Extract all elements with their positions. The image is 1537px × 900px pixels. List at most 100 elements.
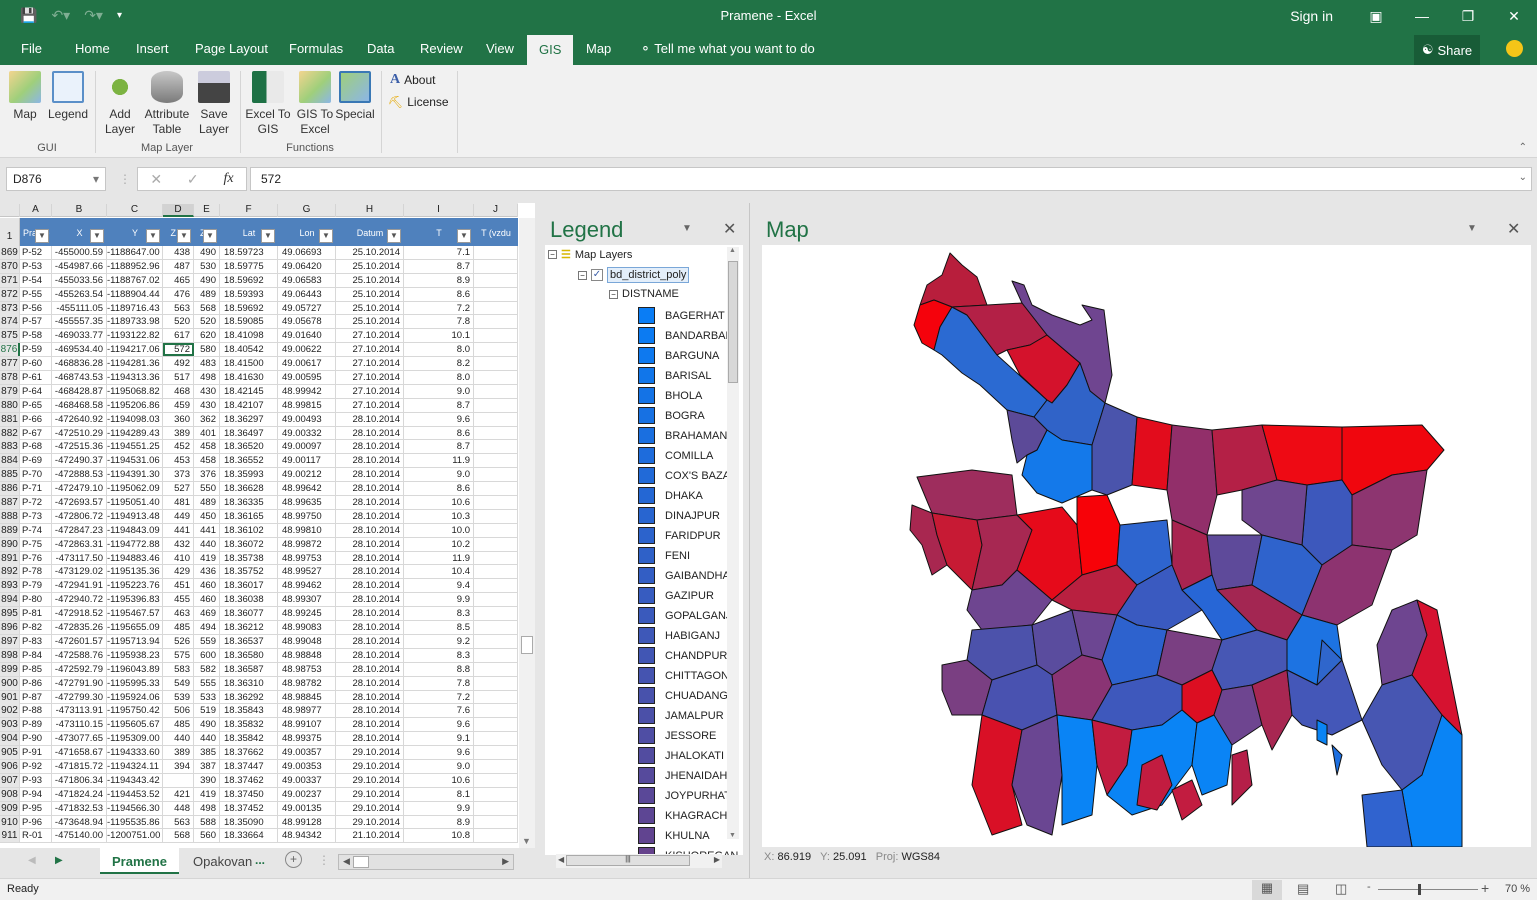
cell[interactable] xyxy=(474,398,518,412)
row-number[interactable]: 880 xyxy=(0,398,20,412)
cell[interactable]: 9.1 xyxy=(404,732,474,746)
cell[interactable]: P-96 xyxy=(20,815,52,829)
row-number[interactable]: 884 xyxy=(0,454,20,468)
collapse-icon[interactable]: − xyxy=(609,289,618,299)
tab-gis[interactable]: GIS xyxy=(527,35,574,65)
add-sheet-icon[interactable]: + xyxy=(285,851,302,868)
cell[interactable]: 18.36520 xyxy=(220,440,278,454)
cell[interactable]: 7.6 xyxy=(404,704,474,718)
cell[interactable]: 18.37462 xyxy=(220,773,278,787)
cell[interactable]: -473129.02 xyxy=(52,565,107,579)
cell[interactable]: 10.2 xyxy=(404,537,474,551)
row-number[interactable]: 906 xyxy=(0,759,20,773)
cell[interactable] xyxy=(474,454,518,468)
cell[interactable]: 18.36537 xyxy=(220,634,278,648)
cell[interactable]: 390 xyxy=(194,773,220,787)
cell[interactable]: -472592.79 xyxy=(52,662,107,676)
row-number[interactable]: 910 xyxy=(0,815,20,829)
cell[interactable]: 48.99375 xyxy=(278,732,336,746)
next-sheet-icon[interactable]: ▶ xyxy=(55,855,63,866)
cell[interactable]: 419 xyxy=(194,787,220,801)
vertical-scrollbar[interactable]: ▼ xyxy=(519,218,535,848)
cell[interactable]: -1195051.40 xyxy=(107,496,163,510)
cell[interactable] xyxy=(474,482,518,496)
cell[interactable]: 389 xyxy=(163,426,194,440)
cell[interactable]: 506 xyxy=(163,704,194,718)
cell[interactable]: 48.99107 xyxy=(278,718,336,732)
cell[interactable]: 28.10.2014 xyxy=(336,523,404,537)
filter-dropdown-icon[interactable]: ▼ xyxy=(90,229,104,243)
cell[interactable]: -1194313.36 xyxy=(107,371,163,385)
cell[interactable] xyxy=(474,565,518,579)
cell[interactable]: -472479.10 xyxy=(52,482,107,496)
cell[interactable]: P-54 xyxy=(20,273,52,287)
cell[interactable] xyxy=(474,607,518,621)
cell[interactable]: 8.5 xyxy=(404,621,474,635)
cell[interactable]: 483 xyxy=(194,357,220,371)
cell[interactable]: P-75 xyxy=(20,537,52,551)
legend-item[interactable]: KHULNA xyxy=(638,827,710,844)
cell[interactable]: 25.10.2014 xyxy=(336,301,404,315)
cell[interactable]: 520 xyxy=(163,315,194,329)
cell[interactable]: 48.99307 xyxy=(278,593,336,607)
cell[interactable]: 10.1 xyxy=(404,329,474,343)
cell[interactable]: 18.40542 xyxy=(220,343,278,357)
cell[interactable]: -1194333.60 xyxy=(107,746,163,760)
cell[interactable]: 28.10.2014 xyxy=(336,482,404,496)
tab-map[interactable]: Map xyxy=(586,41,611,56)
cell[interactable]: 28.10.2014 xyxy=(336,607,404,621)
cell[interactable]: 28.10.2014 xyxy=(336,718,404,732)
special-button[interactable]: Special xyxy=(334,65,376,122)
row-number[interactable]: 882 xyxy=(0,426,20,440)
cell[interactable] xyxy=(474,496,518,510)
tab-page-layout[interactable]: Page Layout xyxy=(195,41,268,56)
row-number[interactable]: 869 xyxy=(0,246,20,259)
cell[interactable] xyxy=(474,676,518,690)
cell[interactable]: 492 xyxy=(163,357,194,371)
cell[interactable]: 18.36017 xyxy=(220,579,278,593)
cell[interactable]: -469534.40 xyxy=(52,343,107,357)
cell[interactable] xyxy=(474,315,518,329)
filter-dropdown-icon[interactable]: ▼ xyxy=(35,229,49,243)
cell[interactable]: 580 xyxy=(194,343,220,357)
cell[interactable]: 460 xyxy=(194,593,220,607)
cell[interactable]: 568 xyxy=(194,301,220,315)
sign-in-link[interactable]: Sign in xyxy=(1290,8,1333,24)
legend-hscroll-thumb[interactable]: ||| xyxy=(566,855,690,866)
cell[interactable]: 18.36072 xyxy=(220,537,278,551)
cell[interactable]: 8.1 xyxy=(404,787,474,801)
legend-item[interactable]: JESSORE xyxy=(638,727,716,744)
cell[interactable] xyxy=(474,718,518,732)
cell[interactable]: 28.10.2014 xyxy=(336,496,404,510)
cell[interactable]: P-66 xyxy=(20,412,52,426)
cell[interactable]: 10.8 xyxy=(404,829,474,843)
cell[interactable]: 620 xyxy=(194,329,220,343)
collapse-icon[interactable]: − xyxy=(578,270,587,280)
cell[interactable]: P-61 xyxy=(20,371,52,385)
cell[interactable]: 28.10.2014 xyxy=(336,440,404,454)
cell[interactable]: 8.6 xyxy=(404,287,474,301)
cell[interactable]: 49.01640 xyxy=(278,329,336,343)
cell[interactable]: 376 xyxy=(194,468,220,482)
cell[interactable]: -1195713.94 xyxy=(107,634,163,648)
cell[interactable]: 25.10.2014 xyxy=(336,287,404,301)
cell[interactable]: -472941.91 xyxy=(52,579,107,593)
select-all-corner[interactable] xyxy=(0,204,20,217)
cell[interactable]: -1195938.23 xyxy=(107,648,163,662)
cell[interactable]: -1188767.02 xyxy=(107,273,163,287)
cell[interactable]: -1194566.30 xyxy=(107,801,163,815)
cell[interactable]: -1188904.44 xyxy=(107,287,163,301)
cell[interactable]: -1188647.00 xyxy=(107,246,163,259)
cell[interactable]: 18.37662 xyxy=(220,746,278,760)
cell[interactable]: P-67 xyxy=(20,426,52,440)
cell[interactable]: 28.10.2014 xyxy=(336,676,404,690)
row-number[interactable]: 908 xyxy=(0,787,20,801)
row-number[interactable]: 900 xyxy=(0,676,20,690)
cell[interactable]: 18.59085 xyxy=(220,315,278,329)
cell[interactable]: 9.2 xyxy=(404,634,474,648)
cell[interactable]: 8.7 xyxy=(404,259,474,273)
cell[interactable]: 49.00493 xyxy=(278,412,336,426)
cell[interactable]: 9.9 xyxy=(404,593,474,607)
cell[interactable]: 28.10.2014 xyxy=(336,634,404,648)
cell[interactable]: 452 xyxy=(163,440,194,454)
